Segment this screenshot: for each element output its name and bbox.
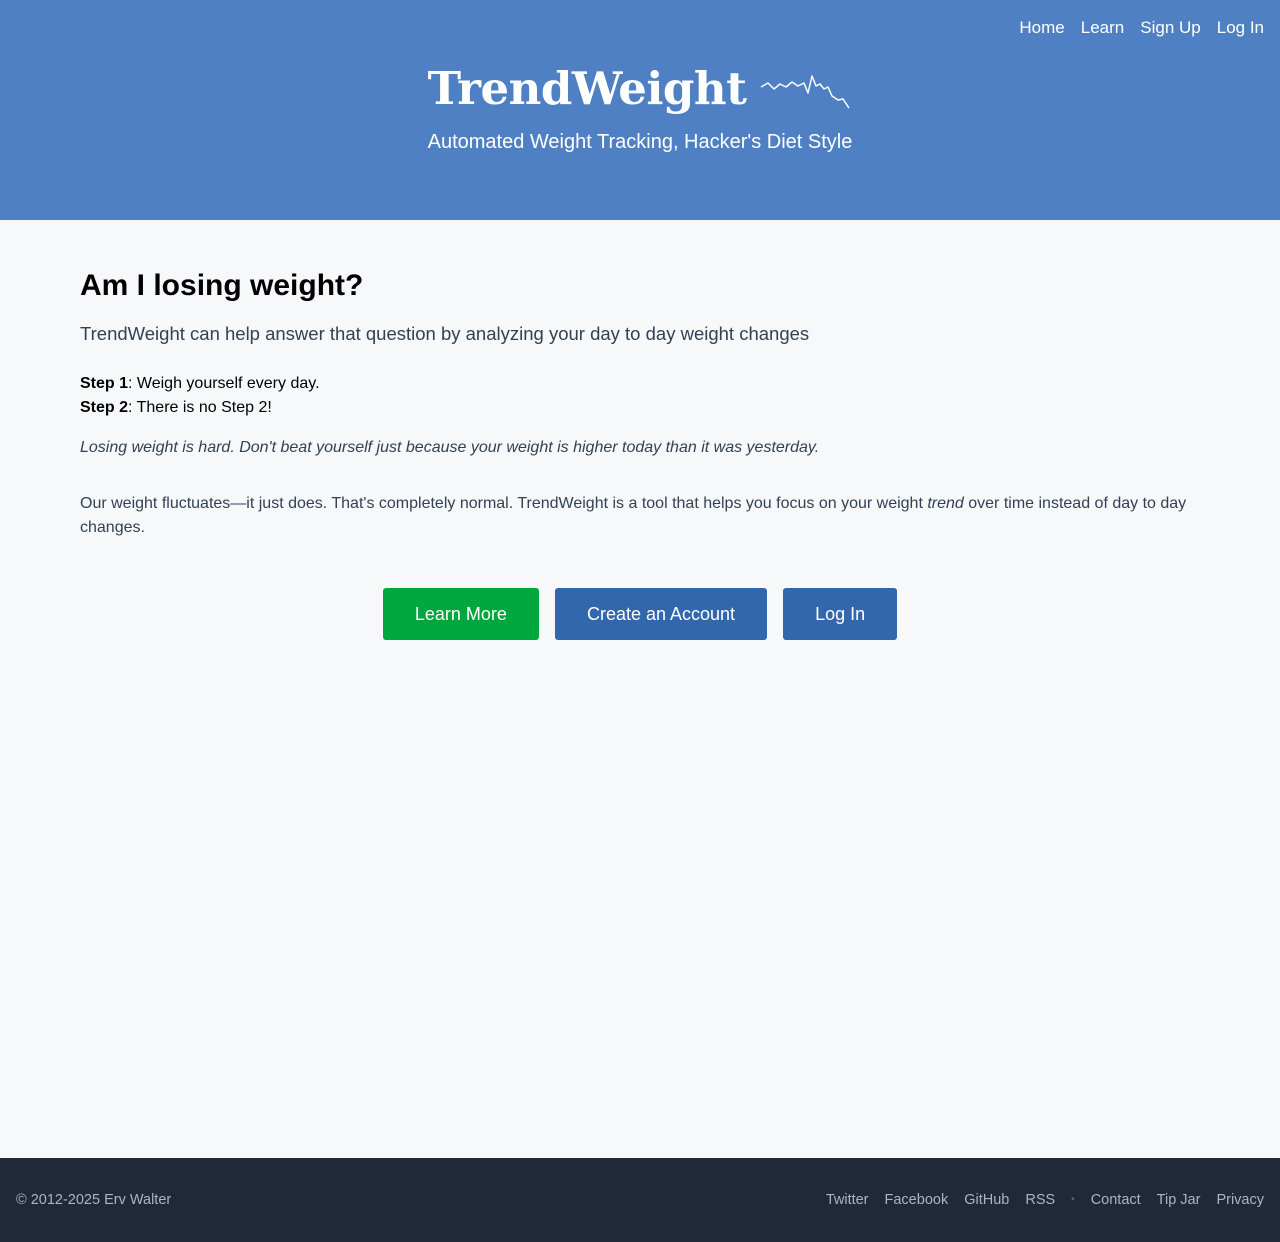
footer-rss-link[interactable]: RSS [1025,1190,1055,1210]
brand: TrendWeight [0,62,1280,116]
lead-text: TrendWeight can help answer that questio… [80,323,810,344]
page-title: Am I losing weight? [80,269,364,302]
main-content: Am I losing weight? TrendWeight can help… [80,220,1200,540]
step-2-text: : There is no Step 2! [128,399,272,416]
nav-login-link[interactable]: Log In [1217,18,1264,38]
footer-contact-link[interactable]: Contact [1091,1190,1141,1210]
description-text: Our weight fluctuates—it just does. That… [80,492,1200,540]
login-button[interactable]: Log In [783,588,898,640]
description-before: Our weight fluctuates—it just does. That… [80,495,928,512]
description-emphasis: trend [927,495,964,512]
tagline: Automated Weight Tracking, Hacker's Diet… [427,131,853,153]
site-header: Home Learn Sign Up Log In TrendWeight Au… [0,0,1280,220]
footer-separator: • [1071,1194,1075,1205]
step-2-label: Step 2 [80,399,129,416]
step-1-label: Step 1 [80,375,129,392]
learn-more-button[interactable]: Learn More [382,588,539,640]
brand-title: TrendWeight [427,62,747,115]
sparkline-icon [761,75,851,109]
cta-buttons: Learn More Create an Account Log In [0,588,1280,640]
step-2: Step 2: There is no Step 2! [80,396,1200,420]
footer-tipjar-link[interactable]: Tip Jar [1157,1190,1201,1210]
nav-signup-link[interactable]: Sign Up [1140,18,1200,38]
encouragement-note: Losing weight is hard. Don't beat yourse… [80,439,820,456]
nav-home-link[interactable]: Home [1019,18,1064,38]
step-1: Step 1: Weigh yourself every day. [80,372,1200,396]
site-footer: © 2012-2025 Erv Walter Twitter Facebook … [0,1158,1280,1242]
step-1-text: : Weigh yourself every day. [128,375,320,392]
footer-twitter-link[interactable]: Twitter [826,1190,869,1210]
create-account-button[interactable]: Create an Account [554,588,768,640]
footer-facebook-link[interactable]: Facebook [885,1190,949,1210]
footer-links: Twitter Facebook GitHub RSS • Contact Ti… [826,1190,1264,1210]
copyright: © 2012-2025 Erv Walter [16,1192,172,1208]
top-nav: Home Learn Sign Up Log In [1019,18,1264,38]
nav-learn-link[interactable]: Learn [1081,18,1124,38]
footer-github-link[interactable]: GitHub [964,1190,1009,1210]
footer-privacy-link[interactable]: Privacy [1216,1190,1264,1210]
steps: Step 1: Weigh yourself every day. Step 2… [80,372,1200,420]
page: Home Learn Sign Up Log In TrendWeight Au… [0,0,1280,1242]
